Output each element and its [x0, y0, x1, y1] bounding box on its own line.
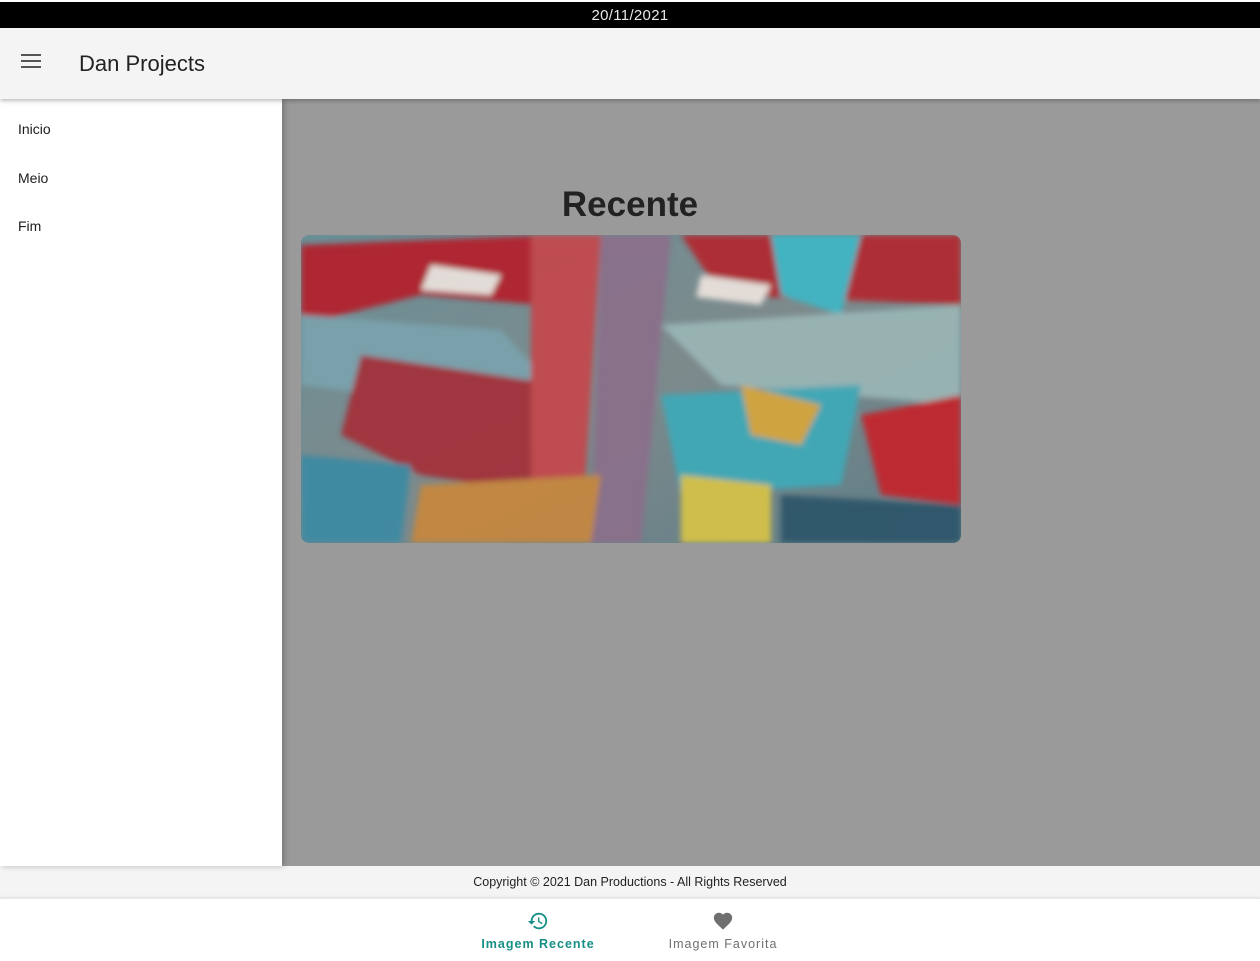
footer: Copyright © 2021 Dan Productions - All R…: [0, 866, 1260, 898]
app-bar: Dan Projects: [0, 28, 1260, 99]
menu-button[interactable]: [0, 28, 62, 99]
nav-imagem-recente[interactable]: Imagem Recente: [463, 899, 613, 961]
drawer-item-meio[interactable]: Meio: [0, 154, 282, 203]
main-content-scrim[interactable]: Recente: [282, 99, 1260, 866]
bottom-navigation: Imagem Recente Imagem Favorita: [0, 898, 1260, 961]
navigation-drawer: Inicio Meio Fim: [0, 99, 282, 866]
drawer-item-inicio[interactable]: Inicio: [0, 105, 282, 154]
recent-image: [301, 235, 961, 543]
section-title-text: Recente: [561, 185, 699, 224]
copyright-text: Copyright © 2021 Dan Productions - All R…: [473, 875, 787, 889]
drawer-item-label: Meio: [18, 169, 49, 186]
history-icon: [526, 910, 550, 935]
nav-imagem-favorita[interactable]: Imagem Favorita: [648, 899, 798, 961]
drawer-item-label: Inicio: [18, 121, 51, 138]
nav-label: Imagem Recente: [481, 937, 595, 951]
nav-label: Imagem Favorita: [668, 937, 778, 951]
drawer-item-label: Fim: [18, 218, 42, 235]
drawer-item-fim[interactable]: Fim: [0, 202, 282, 251]
app-title: Dan Projects: [79, 50, 205, 76]
status-date: 20/11/2021: [591, 6, 669, 24]
section-title: Recente: [282, 185, 1260, 225]
menu-icon: [20, 53, 42, 74]
abstract-paint-image: [301, 235, 961, 543]
heart-icon: [711, 910, 735, 935]
status-date-bar: 20/11/2021: [0, 0, 1260, 28]
drawer-list: Inicio Meio Fim: [0, 99, 282, 251]
